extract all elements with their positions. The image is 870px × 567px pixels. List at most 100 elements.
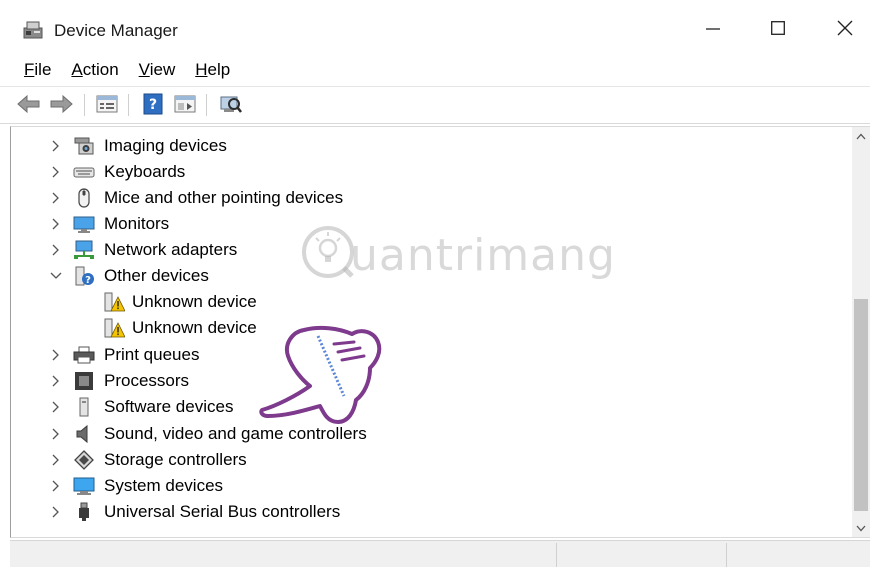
- menu-action-mnemonic: A: [71, 60, 83, 79]
- menu-action-label: ction: [82, 60, 119, 79]
- tree-item-unknown-device[interactable]: Unknown device: [11, 315, 841, 341]
- processor-icon: [73, 371, 95, 391]
- properties-icon: [96, 95, 118, 118]
- tree-item-label: Keyboards: [104, 162, 186, 181]
- tree-item-print-queues[interactable]: Print queues: [11, 342, 841, 368]
- help-icon: ?: [143, 93, 163, 120]
- chevron-right-icon[interactable]: [49, 138, 63, 154]
- back-icon: [17, 94, 41, 118]
- system-icon: [73, 476, 95, 496]
- scroll-up-button[interactable]: [852, 127, 870, 145]
- chevron-right-icon[interactable]: [49, 216, 63, 232]
- menu-view[interactable]: View: [129, 58, 186, 84]
- chevron-right-icon[interactable]: [49, 504, 63, 520]
- camera-icon: [73, 136, 95, 156]
- forward-icon: [49, 94, 73, 118]
- toolbar-separator: [128, 94, 129, 116]
- menu-file[interactable]: File: [14, 58, 61, 84]
- status-separator: [726, 543, 727, 567]
- menu-help[interactable]: Help: [185, 58, 240, 84]
- chevron-right-icon[interactable]: [49, 373, 63, 389]
- menu-help-mnemonic: H: [195, 60, 208, 79]
- minimize-icon: [706, 21, 720, 40]
- tree-item-label: System devices: [104, 476, 224, 495]
- device-manager-window: Device Manager File Action View Help ? I…: [0, 0, 870, 567]
- status-separator: [556, 543, 557, 567]
- tree-item-label: Network adapters: [104, 240, 238, 259]
- menu-action[interactable]: Action: [61, 58, 128, 84]
- chevron-down-icon: [856, 519, 866, 537]
- toolbar-separator: [206, 94, 207, 116]
- tree-item-sound-video-game[interactable]: Sound, video and game controllers: [11, 421, 841, 447]
- tree-item-label: Unknown device: [132, 318, 257, 337]
- tree-item-monitors[interactable]: Monitors: [11, 211, 841, 237]
- chevron-right-icon[interactable]: [49, 242, 63, 258]
- title-bar[interactable]: Device Manager: [0, 0, 870, 58]
- view-button[interactable]: [172, 93, 198, 119]
- tree-item-mice[interactable]: Mice and other pointing devices: [11, 185, 841, 211]
- tree-item-storage-controllers[interactable]: Storage controllers: [11, 447, 841, 473]
- maximize-icon: [771, 20, 785, 40]
- tree-item-label: Software devices: [104, 397, 234, 416]
- device-manager-app-icon: [22, 20, 44, 40]
- chevron-right-icon[interactable]: [49, 164, 63, 180]
- chevron-right-icon[interactable]: [49, 347, 63, 363]
- chevron-right-icon[interactable]: [49, 452, 63, 468]
- tree-item-label: Print queues: [104, 345, 200, 364]
- tree-item-unknown-device[interactable]: Unknown device: [11, 289, 841, 315]
- properties-button[interactable]: [94, 93, 120, 119]
- tree-item-label: Processors: [104, 371, 190, 390]
- monitor-icon: [73, 214, 95, 234]
- help-button[interactable]: ?: [140, 93, 166, 119]
- toolbar-separator: [84, 94, 85, 116]
- vertical-scrollbar[interactable]: [852, 127, 870, 537]
- tree-item-label: Unknown device: [132, 292, 257, 311]
- chevron-up-icon: [856, 127, 866, 145]
- unknown-device-icon: ?: [73, 266, 95, 286]
- tree-item-label: Other devices: [104, 266, 209, 285]
- toolbar: ?: [0, 86, 870, 124]
- scroll-down-button[interactable]: [852, 519, 870, 537]
- tree-item-label: Sound, video and game controllers: [104, 424, 367, 443]
- chevron-right-icon[interactable]: [49, 478, 63, 494]
- speaker-icon: [73, 424, 95, 444]
- tree-item-label: Mice and other pointing devices: [104, 188, 344, 207]
- tree-item-label: Imaging devices: [104, 136, 227, 155]
- device-tree[interactable]: Imaging devices Keyboards Mice and other…: [10, 126, 870, 538]
- warning-device-icon: [103, 292, 126, 312]
- scroll-thumb[interactable]: [854, 299, 868, 511]
- menu-view-mnemonic: V: [138, 60, 150, 79]
- scan-hardware-icon: [219, 93, 243, 120]
- mouse-icon: [73, 188, 95, 208]
- tree-item-network-adapters[interactable]: Network adapters: [11, 237, 841, 263]
- maximize-button[interactable]: [755, 14, 801, 46]
- warning-device-icon: [103, 318, 126, 338]
- back-button[interactable]: [16, 93, 42, 119]
- chevron-right-icon[interactable]: [49, 190, 63, 206]
- tree-item-keyboards[interactable]: Keyboards: [11, 159, 841, 185]
- tree-item-imaging-devices[interactable]: Imaging devices: [11, 133, 841, 159]
- usb-icon: [73, 502, 95, 522]
- tree-item-usb-controllers[interactable]: Universal Serial Bus controllers: [11, 499, 841, 525]
- software-device-icon: [73, 397, 95, 417]
- status-bar: [10, 540, 870, 567]
- chevron-right-icon[interactable]: [49, 426, 63, 442]
- close-icon: [837, 20, 853, 41]
- scan-hardware-button[interactable]: [218, 93, 244, 119]
- forward-button[interactable]: [48, 93, 74, 119]
- tree-item-other-devices[interactable]: ? Other devices: [11, 263, 841, 289]
- tree-item-label: Universal Serial Bus controllers: [104, 502, 341, 521]
- close-button[interactable]: [822, 14, 868, 46]
- tree-item-label: Storage controllers: [104, 450, 247, 469]
- tree-item-software-devices[interactable]: Software devices: [11, 394, 841, 420]
- menu-view-label: iew: [149, 60, 176, 79]
- tree-item-processors[interactable]: Processors: [11, 368, 841, 394]
- chevron-right-icon[interactable]: [49, 399, 63, 415]
- network-icon: [73, 240, 95, 260]
- chevron-down-icon[interactable]: [49, 268, 63, 284]
- window-title: Device Manager: [54, 21, 178, 40]
- svg-text:?: ?: [85, 275, 91, 286]
- menu-file-mnemonic: F: [24, 60, 35, 79]
- tree-item-system-devices[interactable]: System devices: [11, 473, 841, 499]
- minimize-button[interactable]: [690, 14, 736, 46]
